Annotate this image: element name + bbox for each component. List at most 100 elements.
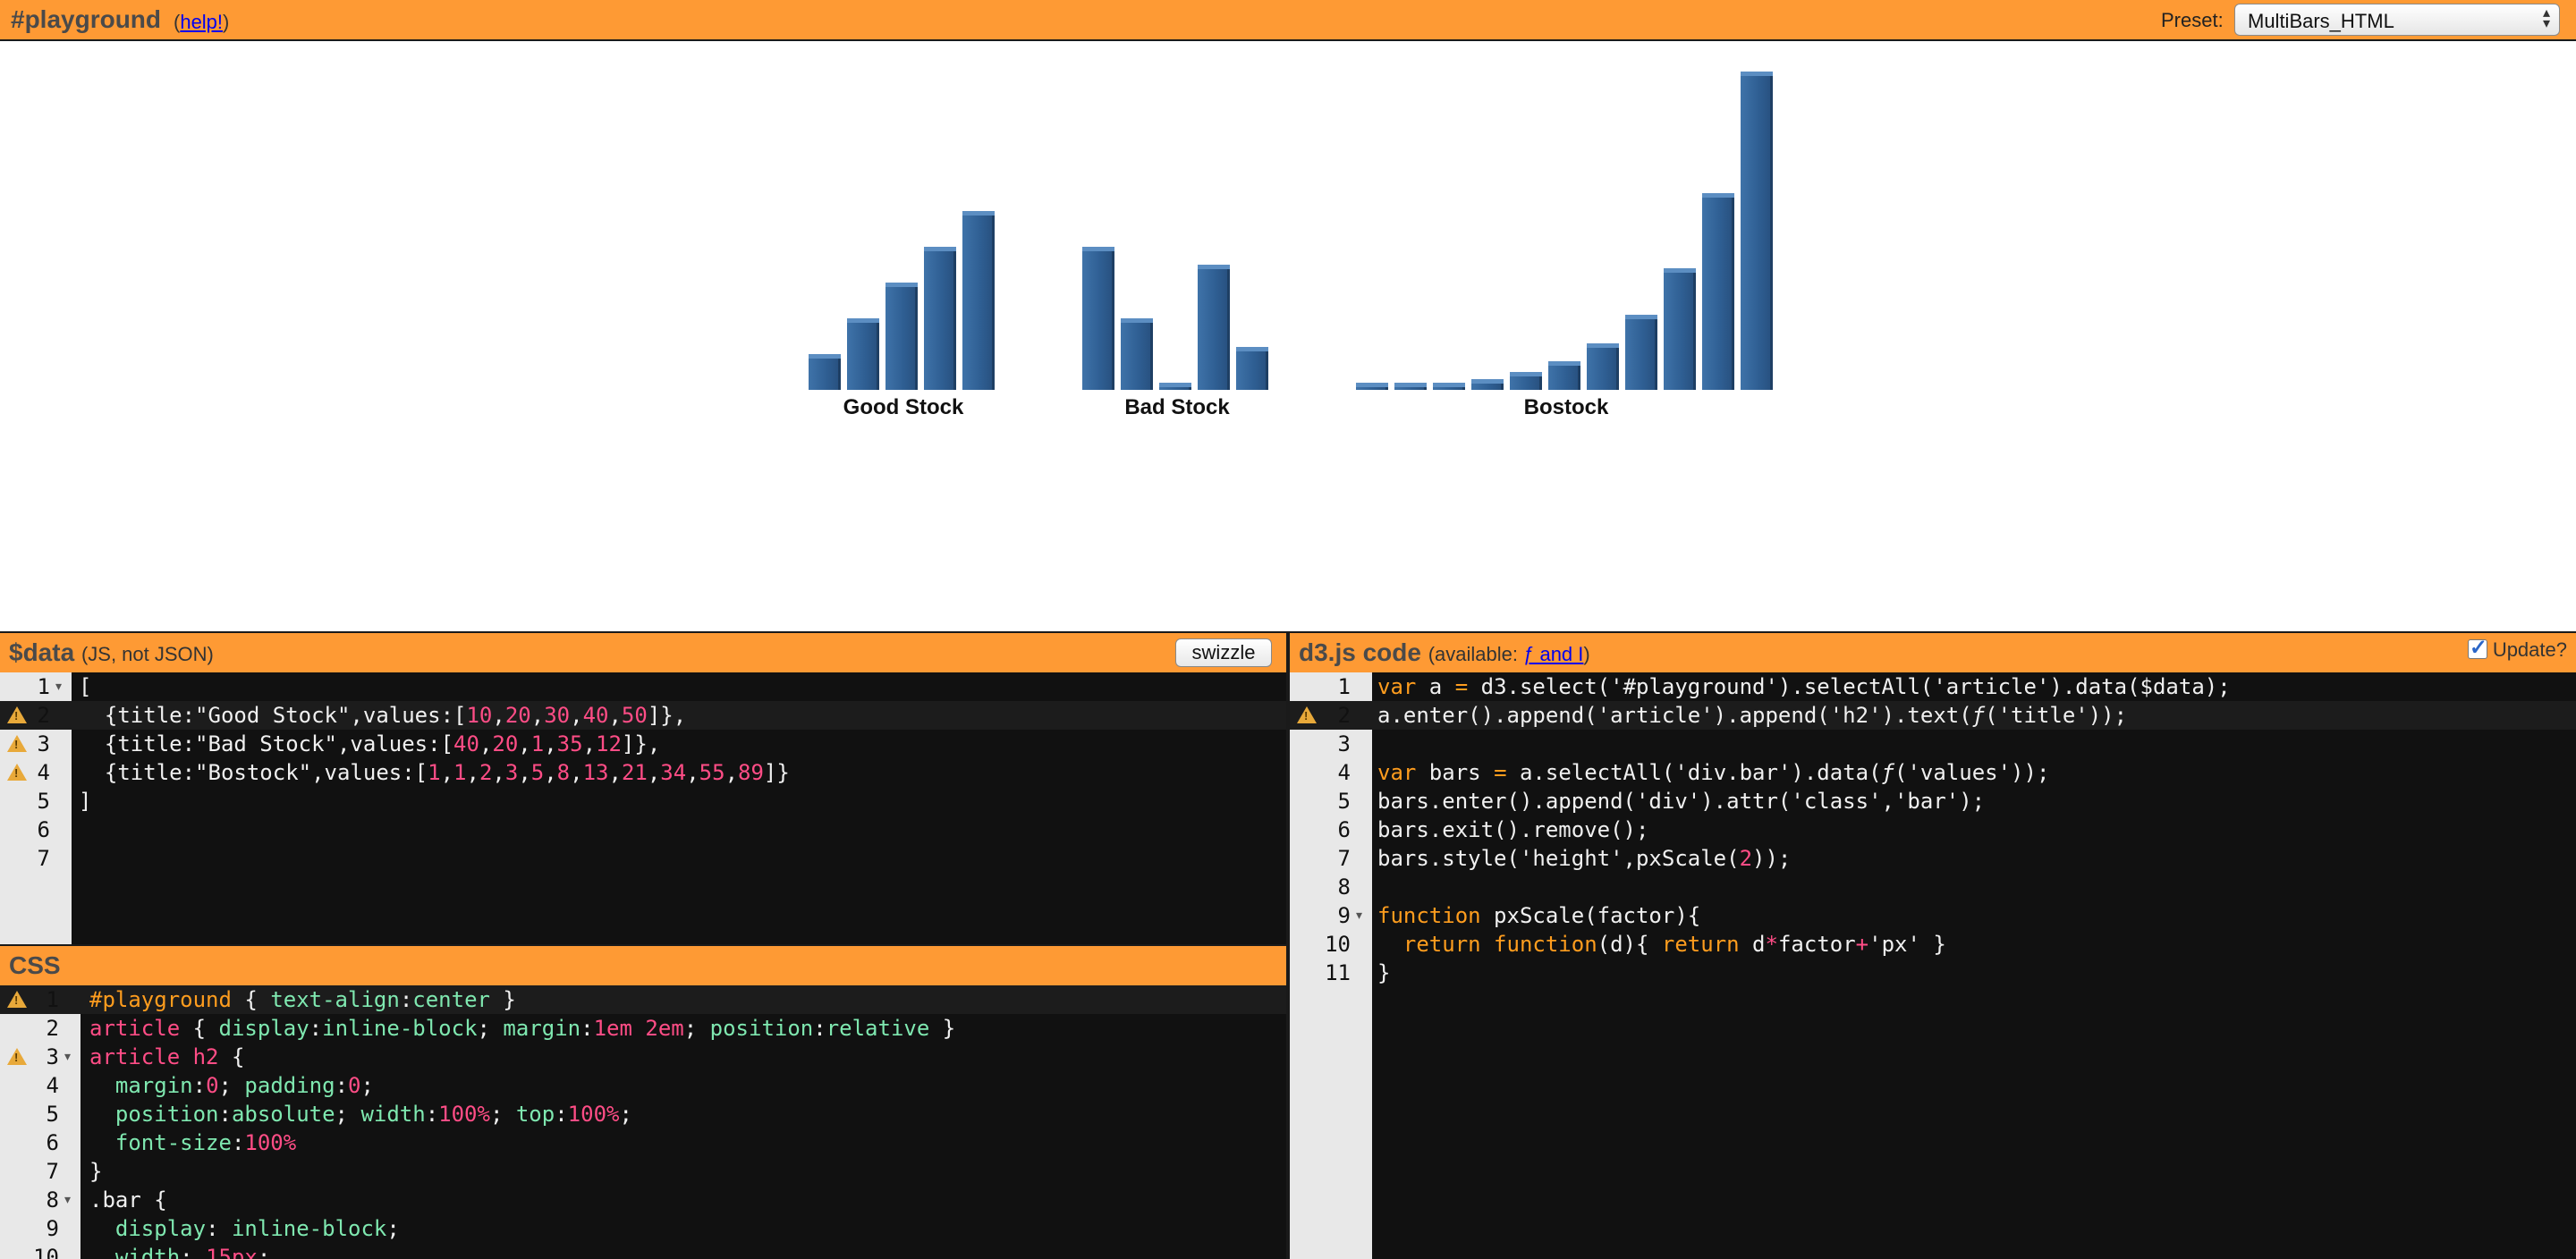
available-helpers-link[interactable]: ƒ and I [1523,643,1583,665]
code-line[interactable]: 6 [0,815,1286,844]
code-line[interactable]: 4 margin:0; padding:0; [0,1071,1286,1100]
line-number: 1 [37,674,50,699]
code-text: ] [79,789,92,814]
preset-label: Preset: [2161,9,2224,31]
code-line[interactable]: 6 font-size:100% [0,1128,1286,1157]
line-number: 7 [1337,846,1351,871]
code-line[interactable]: 10 width: 15px; [0,1243,1286,1259]
fold-arrow-icon[interactable]: ▾ [64,1049,71,1064]
code-line[interactable]: 1 ▾ [ [0,672,1286,701]
chart-bar [1510,372,1542,390]
code-text: bars.style('height',pxScale(2)); [1377,846,1792,871]
line-number: 1 [46,987,59,1012]
line-number: 1 [1337,674,1351,699]
code-line[interactable]: 3 ▾ article h2 { [0,1043,1286,1071]
swizzle-button[interactable]: swizzle [1175,638,1272,667]
code-text: bars.exit().remove(); [1377,817,1649,842]
code-line[interactable]: 10 return function(d){ return d*factor+'… [1290,930,2576,959]
code-line[interactable]: 1 #playground { text-align:center } [0,985,1286,1014]
line-number: 5 [46,1102,59,1127]
chart-series-title: Bad Stock [1124,395,1230,419]
code-line[interactable]: 8 [1290,873,2576,901]
code-text: article { display:inline-block; margin:1… [89,1016,956,1041]
code-line[interactable]: 7 bars.style('height',pxScale(2)); [1290,844,2576,873]
css-editor[interactable]: 1 #playground { text-align:center } 2 artic… [0,985,1286,1259]
chart-bar [924,247,956,390]
code-text: } [1377,960,1391,985]
fold-arrow-icon[interactable]: ▾ [1356,908,1362,923]
chart-bar [1356,383,1388,390]
line-number: 11 [1325,960,1351,985]
line-number: 2 [37,703,50,728]
css-panel-header: CSS [0,944,1286,985]
code-line[interactable]: 11} [1290,959,2576,987]
code-text: return function(d){ return d*factor+'px'… [1402,932,1946,957]
code-line[interactable]: 4 {title:"Bostock",values:[1,1,2,3,5,8,1… [0,758,1286,787]
code-text: #playground { text-align:center } [89,987,516,1012]
chart-bar [1548,361,1580,390]
code-line[interactable]: 7 [0,844,1286,873]
line-number: 5 [37,789,50,814]
code-line[interactable]: 6 bars.exit().remove(); [1290,815,2576,844]
code-text: font-size:100% [114,1130,297,1155]
line-number: 10 [33,1245,59,1259]
code-text: bars.enter().append('div').attr('class',… [1377,789,1986,814]
code-line[interactable]: 5 bars.enter().append('div').attr('class'… [1290,787,2576,815]
preset-select[interactable]: MultiBars_HTML ▴ ▾ [2234,4,2560,36]
page-title: #playground [11,5,162,33]
code-text: {title:"Bad Stock",values:[40,20,1,35,12… [79,731,661,756]
line-number: 2 [46,1016,59,1041]
chart-bar [1702,193,1734,390]
update-checkbox[interactable] [2467,635,2487,661]
code-line[interactable]: 3 {title:"Bad Stock",values:[40,20,1,35,… [0,730,1286,758]
code-line[interactable]: 2 a.enter().append('article').append('h2'… [1290,701,2576,730]
update-toggle[interactable]: Update? [2467,635,2567,662]
line-number: 9 [1337,903,1351,928]
css-panel-title: CSS [9,951,61,979]
chart-bar [1664,268,1696,390]
code-line[interactable]: 1 var a = d3.select('#playground').select… [1290,672,2576,701]
code-panel-subtitle: (available: ƒ and I) [1428,643,1590,665]
line-number: 9 [46,1216,59,1241]
fold-arrow-icon[interactable]: ▾ [55,679,62,694]
select-arrows-icon: ▴ ▾ [2542,5,2550,31]
help-text: (help!) [174,11,230,33]
line-number: 3 [37,731,50,756]
code-text: a.enter().append('article').append('h2')… [1377,703,2128,728]
code-text: display: inline-block; [114,1216,400,1241]
chart-bar [1394,383,1427,390]
line-number: 3 [46,1044,59,1069]
code-line[interactable]: 5] [0,787,1286,815]
code-panel-header: d3.js code (available: ƒ and I) Update? [1290,631,2576,672]
chart-bar [962,211,995,390]
code-line[interactable]: 5 position:absolute; width:100%; top:100… [0,1100,1286,1128]
fold-arrow-icon[interactable]: ▾ [64,1192,71,1207]
code-text: width: 15px; [114,1245,271,1259]
data-panel-title: $data [9,638,75,666]
code-line[interactable]: 7} [0,1157,1286,1186]
chart-series-title: Good Stock [843,395,964,419]
code-line[interactable]: 8 ▾ .bar { [0,1186,1286,1214]
code-line[interactable]: 3 [1290,730,2576,758]
line-number: 5 [1337,789,1351,814]
line-number: 8 [46,1187,59,1213]
data-editor[interactable]: 1 ▾ [2 {title:"Good Stock",values:[10,20,3… [0,672,1286,944]
code-line[interactable]: 9 ▾ function pxScale(factor){ [1290,901,2576,930]
code-panel-title: d3.js code [1299,638,1421,666]
chart-bar [1741,72,1773,390]
code-line[interactable]: 4 var bars = a.selectAll('div.bar').data(… [1290,758,2576,787]
chart-bar [1236,347,1268,390]
code-line[interactable]: 2 article { display:inline-block; margin:… [0,1014,1286,1043]
code-line[interactable]: 9 display: inline-block; [0,1214,1286,1243]
code-editor[interactable]: 1 var a = d3.select('#playground').select… [1290,672,2576,1259]
code-line[interactable]: 2 {title:"Good Stock",values:[10,20,30,4… [0,701,1286,730]
line-number: 2 [1337,703,1351,728]
line-number: 4 [1337,760,1351,785]
help-link[interactable]: help! [180,11,223,33]
chart-bar [1159,383,1191,390]
code-text: article h2 { [89,1044,245,1069]
code-text: var a = d3.select('#playground').selectA… [1377,674,2231,699]
data-panel-header: $data (JS, not JSON) swizzle [0,631,1286,672]
data-panel-subtitle: (JS, not JSON) [80,643,214,665]
chart-bar [1587,343,1619,390]
